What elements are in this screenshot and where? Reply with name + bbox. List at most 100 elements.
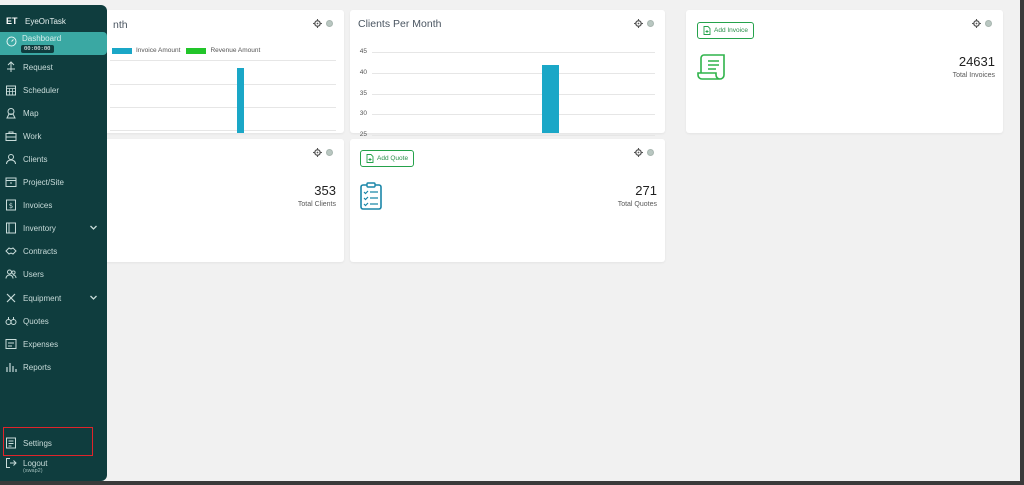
gridline (372, 72, 655, 74)
map-icon (6, 108, 16, 119)
sidebar-item-label: Work (23, 132, 42, 141)
add-quote-button[interactable]: Add Quote (360, 150, 415, 167)
total-invoices-label: Total Invoices (952, 72, 995, 79)
window-frame-right (1020, 0, 1024, 485)
svg-text:$: $ (9, 202, 13, 210)
sidebar-item-label: Invoices (23, 201, 53, 210)
chart-bar-invoice-amount (237, 68, 244, 133)
y-tick-label: 45 (359, 48, 367, 56)
y-tick-label: 40 (359, 68, 367, 76)
gear-icon[interactable] (972, 19, 981, 28)
document-plus-icon (366, 154, 374, 163)
gridline (372, 134, 655, 136)
add-invoice-button[interactable]: Add Invoice (697, 22, 754, 39)
quotes-icon (5, 317, 17, 325)
sidebar-item-label: Inventory (23, 224, 56, 233)
gridline (110, 60, 336, 61)
total-quotes-label: Total Quotes (617, 201, 657, 208)
gear-icon[interactable] (313, 148, 322, 157)
sidebar-item-label: Map (23, 109, 39, 118)
add-invoice-label: Add Invoice (714, 27, 748, 34)
sidebar-item-label: Quotes (23, 317, 49, 326)
gridline (372, 52, 655, 54)
sidebar-item-quotes[interactable]: Quotes (0, 312, 107, 330)
gear-icon[interactable] (313, 19, 322, 28)
gridline (110, 130, 336, 131)
minimize-icon[interactable] (326, 149, 333, 156)
sidebar-item-label: Equipment (23, 294, 62, 303)
sidebar-item-project-site[interactable]: Project/Site (0, 173, 107, 191)
legend-swatch-revenue (186, 47, 207, 54)
timer-badge: 00:00:00 (21, 45, 54, 53)
dollar-icon: $ (6, 199, 16, 211)
brand[interactable]: ET EyeOnTask (6, 16, 66, 26)
logout-username: (swap2) (23, 468, 43, 474)
sidebar-item-logout[interactable]: Logout (0, 454, 107, 472)
sidebar-item-label: Reports (23, 363, 52, 372)
users-icon (5, 269, 17, 279)
clipboard-checklist-icon (360, 182, 382, 210)
sidebar-item-clients[interactable]: Clients (0, 150, 107, 168)
sidebar-item-label: Users (23, 270, 44, 279)
window-frame-bottom (0, 481, 1024, 485)
invoices-stat-card: Add Invoice 24631 Total Invoices (686, 10, 1003, 133)
chart-title-fragment: nth (113, 19, 128, 31)
add-quote-label: Add Quote (377, 155, 409, 162)
minimize-icon[interactable] (326, 20, 333, 27)
tools-icon (6, 293, 16, 303)
chevron-down-icon[interactable] (89, 293, 98, 302)
folder-icon (5, 177, 17, 187)
sidebar-item-label: Project/Site (23, 178, 64, 187)
quotes-stat-card: Add Quote 271 Total Quotes (350, 139, 665, 262)
total-clients-value: 353 (314, 183, 336, 198)
brand-name: EyeOnTask (25, 16, 66, 26)
handshake-icon (5, 247, 17, 255)
sidebar-item-label: Dashboard (22, 34, 62, 43)
minimize-icon[interactable] (985, 20, 992, 27)
sidebar-item-request[interactable]: Request (0, 58, 107, 76)
y-tick-label: 25 (359, 130, 367, 138)
gridline (372, 114, 655, 116)
chart-icon (6, 363, 17, 372)
legend-swatch-invoice (112, 47, 132, 54)
minimize-icon[interactable] (647, 149, 654, 156)
logout-icon (6, 458, 17, 468)
sidebar-item-label: Contracts (23, 247, 58, 256)
sidebar-item-equipment[interactable]: Equipment (0, 289, 107, 307)
sidebar-item-inventory[interactable]: Inventory (0, 219, 107, 237)
inventory-icon (6, 222, 16, 234)
sidebar-item-reports[interactable]: Reports (0, 358, 107, 376)
total-invoices-value: 24631 (958, 54, 995, 69)
clients-per-month-card: Clients Per Month 45 40 35 30 25 (350, 10, 665, 138)
legend-label-revenue: Revenue Amount (210, 47, 261, 54)
settings-highlight-box (3, 427, 93, 456)
chevron-down-icon[interactable] (89, 223, 98, 232)
request-icon (7, 61, 15, 72)
document-plus-icon (703, 26, 711, 35)
sidebar-item-map[interactable]: Map (0, 104, 107, 122)
sidebar: ET EyeOnTask Dashboard 00:00:00 Request … (0, 5, 107, 481)
sidebar-item-label: Logout (23, 459, 48, 468)
sidebar-item-label: Scheduler (23, 86, 60, 95)
sidebar-item-expenses[interactable]: Expenses (0, 335, 107, 353)
gridline (110, 107, 336, 108)
chart-bar (542, 64, 559, 133)
y-tick-label: 35 (359, 89, 367, 97)
main-canvas: nth Invoice Amount Revenue Amount Client… (0, 0, 1020, 481)
sidebar-item-dashboard[interactable]: Dashboard 00:00:00 (0, 32, 107, 55)
calendar-icon (6, 85, 16, 96)
clients-chart-area: 45 40 35 30 25 (350, 10, 665, 138)
expenses-icon (5, 339, 17, 349)
legend-label-invoice: Invoice Amount (136, 47, 181, 54)
sidebar-item-scheduler[interactable]: Scheduler (0, 81, 107, 99)
clients-stat-card: 353 Total Clients (100, 139, 344, 262)
gridline (372, 93, 655, 95)
sidebar-item-work[interactable]: Work (0, 127, 107, 145)
sidebar-item-invoices[interactable]: $ Invoices (0, 196, 107, 214)
gear-icon[interactable] (634, 148, 643, 157)
sidebar-item-contracts[interactable]: Contracts (0, 242, 107, 260)
sidebar-item-users[interactable]: Users (0, 265, 107, 283)
brand-logo: ET (6, 16, 18, 26)
chart-legend: Invoice Amount Revenue Amount (112, 47, 260, 54)
user-icon (6, 154, 16, 165)
